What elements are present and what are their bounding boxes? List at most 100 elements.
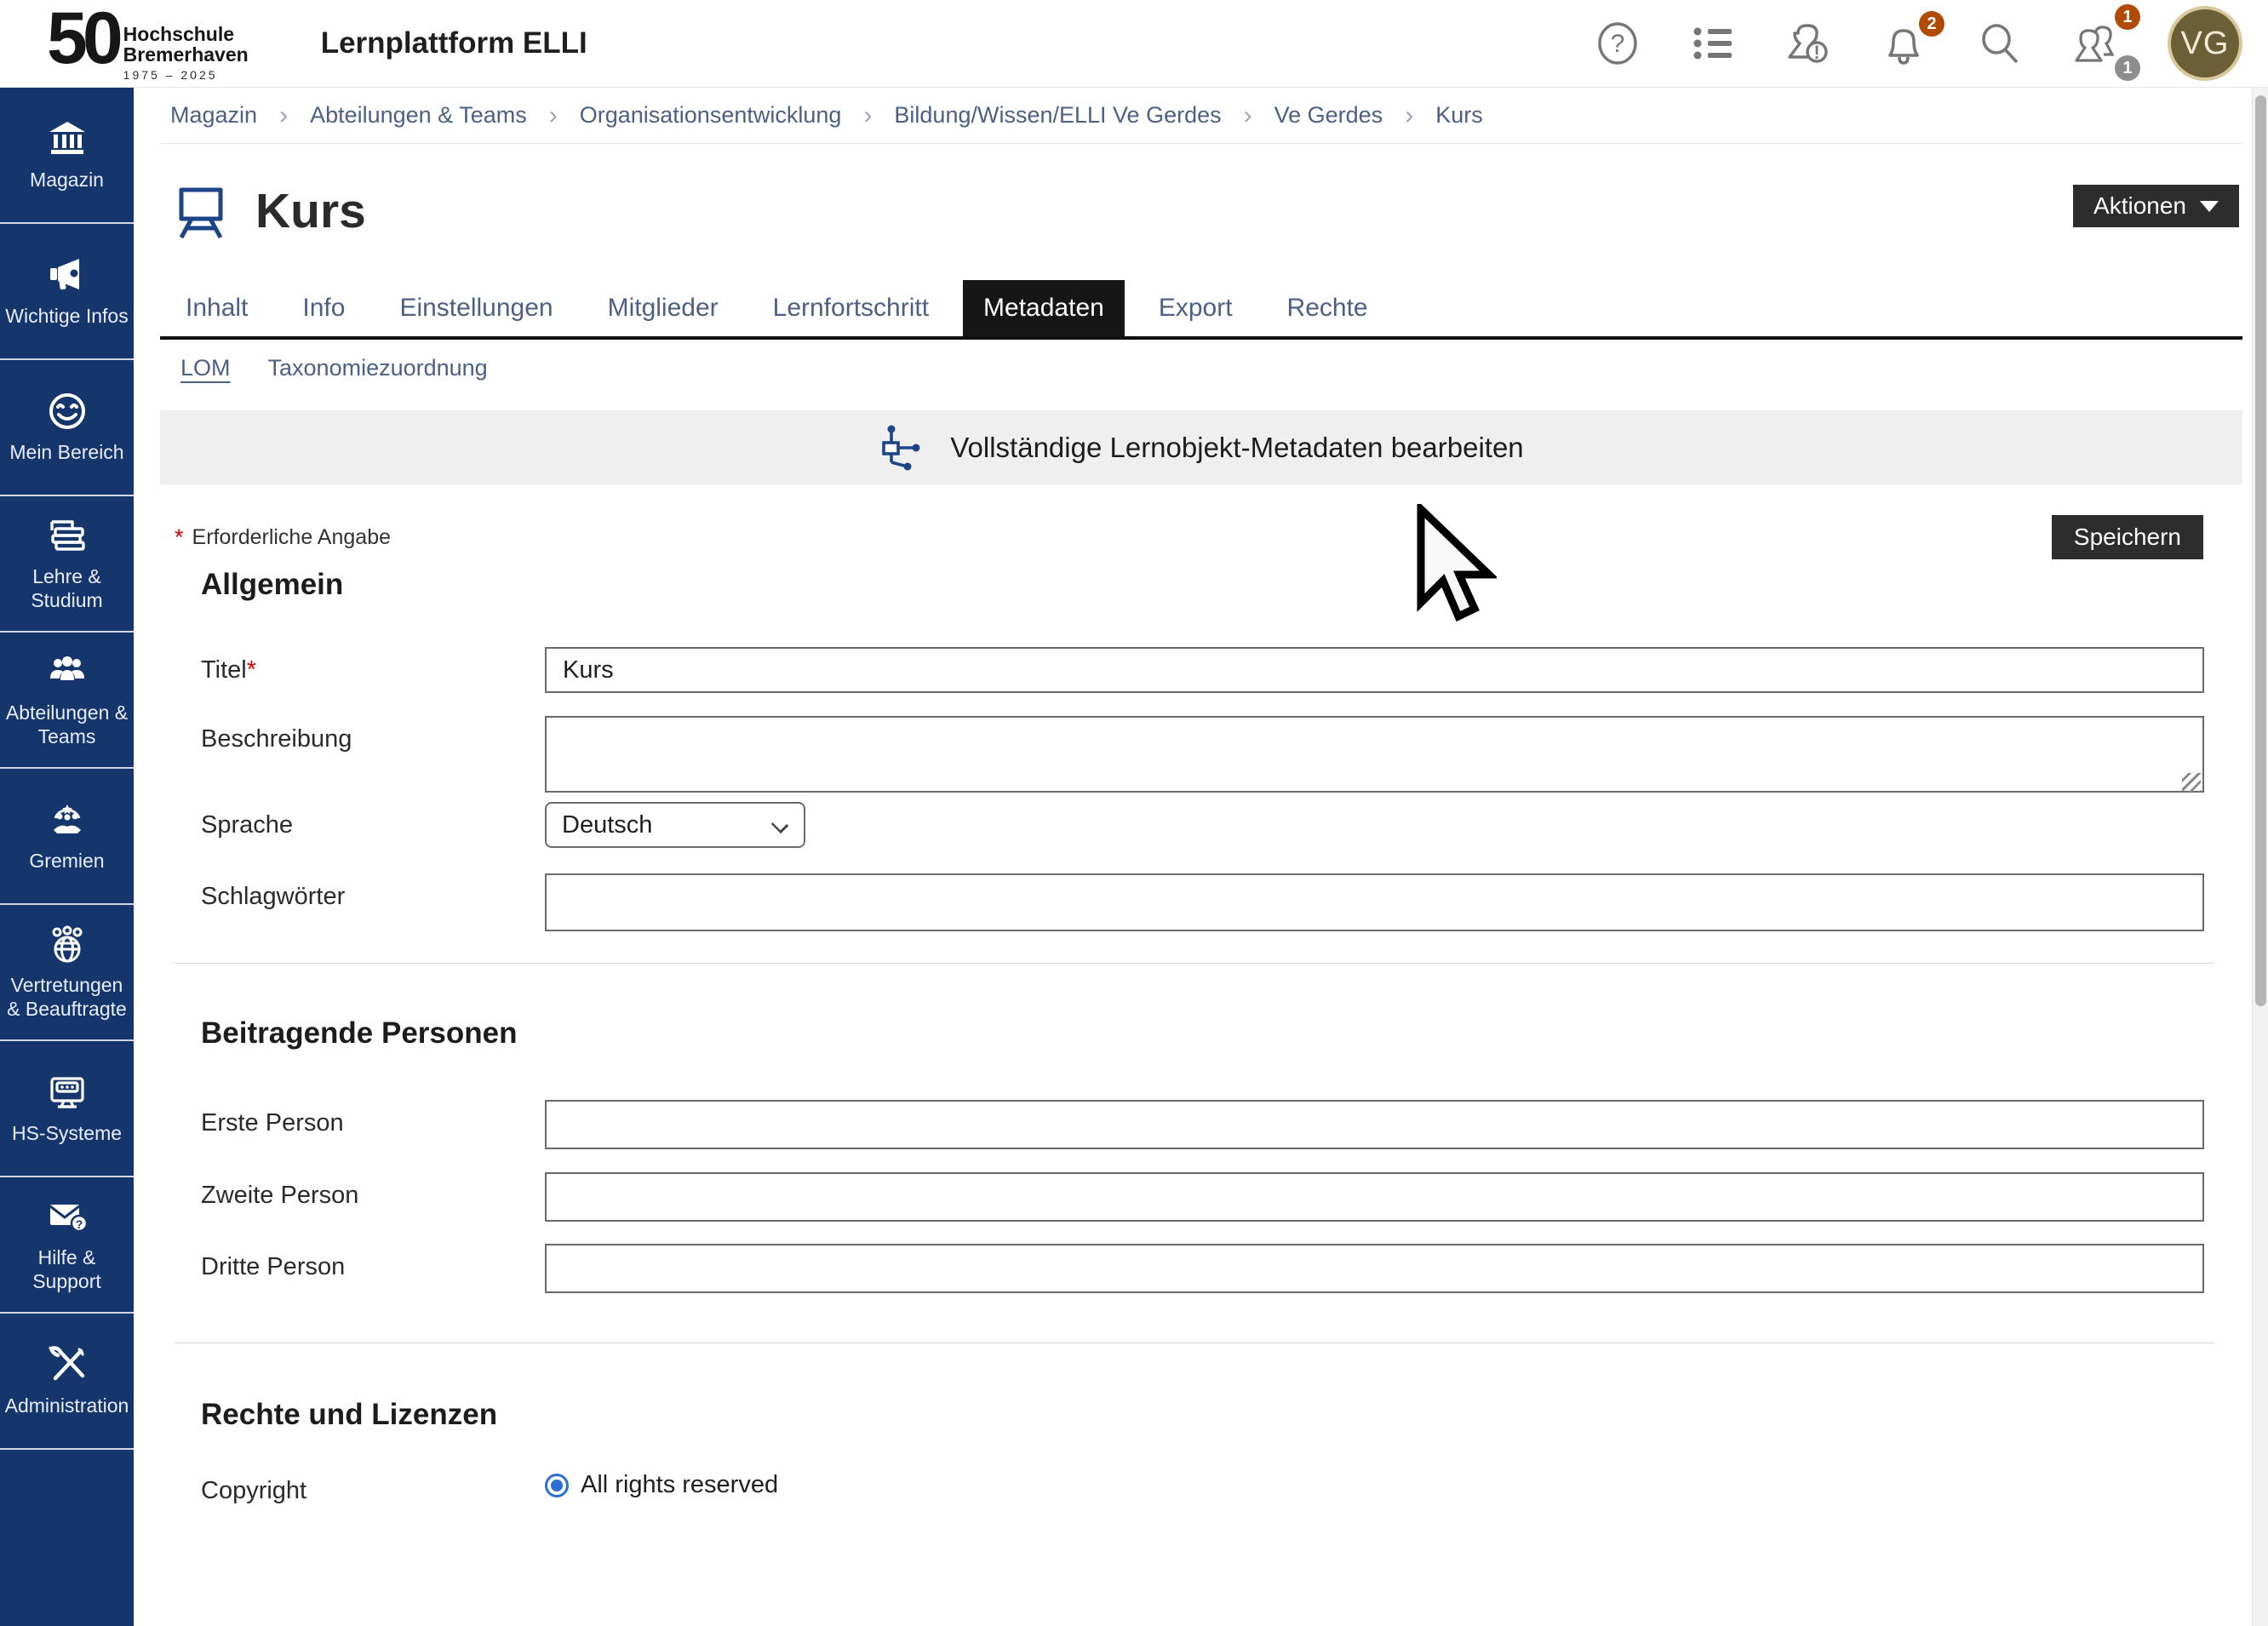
tab-mitglieder[interactable]: Mitglieder [587,280,739,336]
tab-inhalt[interactable]: Inhalt [165,280,268,336]
logo-50: 50 [47,5,118,72]
edit-full-metadata-banner[interactable]: Vollständige Lernobjekt-Metadaten bearbe… [160,410,2242,484]
breadcrumb-separator: › [1405,101,1413,130]
help-icon[interactable]: ? [1595,21,1640,66]
sidebar-item-label: Magazin [30,168,104,192]
sidebar-item-label: Mein Bereich [9,440,123,464]
subtab-lom[interactable]: LOM [180,355,231,381]
sidebar-filler [0,1450,134,1626]
contacts-icon[interactable]: 1 1 [2072,21,2116,66]
tab-rechte[interactable]: Rechte [1267,280,1389,336]
svg-text:?: ? [75,1217,83,1231]
sidebar-item-label: HS-Systeme [12,1121,122,1145]
sidebar-item-label: Lehre & Studium [3,564,130,612]
save-button[interactable]: Speichern [2052,515,2203,559]
chevron-down-icon [2200,201,2219,212]
dritte-person-label: Dritte Person [201,1244,545,1281]
textarea-resize-handle[interactable] [2182,773,2201,792]
breadcrumb-separator: › [863,101,872,130]
vertical-scrollbar[interactable] [2252,88,2268,1626]
tab-einstellungen[interactable]: Einstellungen [379,280,573,336]
contacts-online-badge: 1 [2115,55,2140,81]
committee-icon [47,799,88,840]
avatar[interactable]: VG [2168,6,2242,81]
breadcrumb-separator: › [549,101,558,130]
sidebar-item-hilfe-support[interactable]: ? Hilfe & Support [0,1177,134,1314]
sidebar-item-mein-bereich[interactable]: Mein Bereich [0,360,134,496]
section-heading-rechte: Rechte und Lizenzen [160,1398,2242,1432]
sidebar-item-magazin[interactable]: Magazin [0,88,134,224]
breadcrumb-item[interactable]: Magazin [170,102,257,129]
search-icon[interactable] [1977,21,2021,66]
sidebar-item-abteilungen-teams[interactable]: Abteilungen & Teams [0,633,134,769]
people-group-icon [47,651,88,692]
titel-label: Titel* [201,647,545,684]
section-divider [175,963,2214,964]
section-heading-allgemein: Allgemein [160,568,2242,602]
sidebar-item-hs-systeme[interactable]: HS-Systeme [0,1041,134,1177]
sidebar-item-label: Wichtige Infos [5,304,128,328]
sidebar-item-administration[interactable]: Administration [0,1314,134,1450]
language-select[interactable]: Deutsch [545,802,805,848]
tab-info[interactable]: Info [282,280,365,336]
erste-person-input[interactable] [545,1100,2204,1149]
app-title: Lernplattform ELLI [321,26,587,60]
breadcrumb-separator: › [279,101,288,130]
list-icon[interactable] [1691,21,1735,66]
university-logo: 50 Hochschule Bremerhaven 1975 – 2025 [47,5,249,82]
titel-input[interactable] [545,647,2204,693]
zweite-person-label: Zweite Person [201,1172,545,1210]
sidebar-item-label: Hilfe & Support [3,1245,130,1293]
top-header: 50 Hochschule Bremerhaven 1975 – 2025 Le… [0,0,2268,88]
mail-help-icon: ? [47,1196,88,1237]
svg-text:!: ! [1813,42,1819,63]
beschreibung-textarea[interactable] [545,716,2204,793]
tab-metadaten[interactable]: Metadaten [963,280,1125,336]
breadcrumb-item[interactable]: Bildung/Wissen/ELLI Ve Gerdes [894,102,1221,129]
megaphone-icon [47,255,88,295]
breadcrumb-item[interactable]: Kurs [1435,102,1483,129]
sidebar-item-gremien[interactable]: Gremien [0,769,134,905]
breadcrumb-item[interactable]: Ve Gerdes [1274,102,1383,129]
course-icon [175,183,227,239]
sidebar-item-vertretungen[interactable]: Vertretungen & Beauftragte [0,905,134,1041]
sidebar-item-label: Abteilungen & Teams [3,701,130,748]
required-hint: Erforderliche Angabe [192,525,391,550]
tab-export[interactable]: Export [1138,280,1253,336]
breadcrumb-item[interactable]: Abteilungen & Teams [310,102,527,129]
sidebar-item-label: Gremien [29,849,104,873]
smiley-icon [47,391,88,432]
bell-icon[interactable]: 2 [1881,21,1926,66]
books-icon [47,515,88,556]
tab-bar: Inhalt Info Einstellungen Mitglieder Ler… [160,280,2242,340]
monitor-icon [47,1072,88,1113]
scrollbar-thumb[interactable] [2255,95,2266,1006]
breadcrumb: Magazin › Abteilungen & Teams › Organisa… [160,88,2242,144]
zweite-person-input[interactable] [545,1172,2204,1222]
contacts-new-badge: 1 [2115,4,2140,30]
sidebar-item-lehre-studium[interactable]: Lehre & Studium [0,496,134,633]
required-asterisk: * [175,524,184,551]
schlagwoerter-label: Schlagwörter [201,873,545,911]
subtab-bar: LOM Taxonomiezuordnung [160,355,2242,381]
sidebar-item-label: Vertretungen & Beauftragte [3,973,130,1021]
subtab-taxonomiezuordnung[interactable]: Taxonomiezuordnung [268,355,488,381]
beschreibung-label: Beschreibung [201,716,545,753]
sidebar-item-label: Administration [5,1394,129,1417]
tab-lernfortschritt[interactable]: Lernfortschritt [753,280,949,336]
notification-badge: 2 [1919,11,1944,37]
user-alert-icon[interactable]: ! [1786,21,1830,66]
breadcrumb-item[interactable]: Organisationsentwicklung [580,102,842,129]
svg-text:?: ? [1611,30,1625,58]
actions-button[interactable]: Aktionen [2073,185,2239,227]
copyright-label: Copyright [201,1468,545,1505]
bank-icon [47,118,88,159]
schlagwoerter-input[interactable] [545,873,2204,931]
logo-line2: Bremerhaven [123,44,249,65]
chevron-down-icon [771,816,788,833]
section-heading-beitragende: Beitragende Personen [160,1016,2242,1051]
dritte-person-input[interactable] [545,1244,2204,1293]
copyright-radio-all-rights-reserved[interactable] [545,1474,569,1497]
sidebar-item-wichtige-infos[interactable]: Wichtige Infos [0,224,134,360]
tools-icon [47,1344,88,1385]
